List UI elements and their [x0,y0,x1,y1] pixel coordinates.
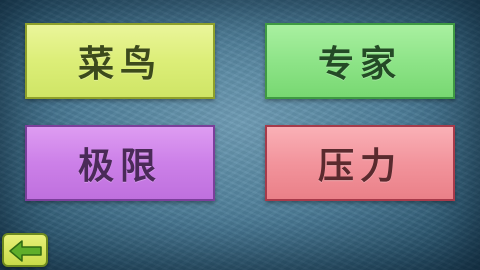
expert-mode-button[interactable]: 专家 [265,23,455,99]
pressure-mode-label: 压力 [317,146,402,187]
rookie-mode-label: 菜鸟 [77,44,162,85]
expert-mode-label: 专家 [317,44,402,85]
pressure-mode-button[interactable]: 压力 [265,125,455,201]
extreme-mode-button[interactable]: 极限 [25,125,215,201]
extreme-mode-label: 极限 [77,146,162,187]
difficulty-select-screen: 菜鸟 专家 极限 压力 [0,0,480,270]
back-arrow-icon [9,240,42,262]
rookie-mode-button[interactable]: 菜鸟 [25,23,215,99]
back-button[interactable] [2,233,48,267]
